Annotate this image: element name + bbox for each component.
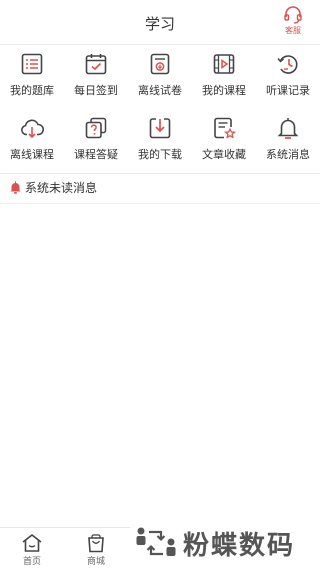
feature-row-1: 我的题库 每日签到 离线试卷 我的课程 听课记录 (0, 45, 320, 109)
feature-offline-courses[interactable]: 离线课程 (0, 109, 64, 173)
tab-home-label: 首页 (22, 557, 41, 567)
feature-label: 离线试卷 (138, 84, 182, 97)
feature-offline-paper[interactable]: 离线试卷 (128, 45, 192, 109)
calendar-check-icon (85, 54, 107, 75)
download-icon (149, 118, 171, 139)
question-icon (85, 117, 107, 139)
shopping-bag-icon (88, 534, 104, 553)
feature-course-qa[interactable]: 课程答疑 (64, 109, 128, 173)
feature-daily-checkin[interactable]: 每日签到 (64, 45, 128, 109)
watermark: 粉蝶数码 (135, 521, 315, 565)
feature-label: 我的题库 (10, 84, 54, 97)
feature-article-favorites[interactable]: 文章收藏 (192, 109, 256, 173)
feature-label: 听课记录 (266, 84, 310, 97)
feature-row-2: 离线课程 课程答疑 我的下载 文章收藏 系统消息 (0, 109, 320, 173)
bottom-tab-bar: 首页 商城 (0, 527, 130, 570)
tab-mall[interactable]: 商城 (64, 528, 128, 570)
home-icon (22, 533, 42, 552)
notice-divider (0, 203, 320, 204)
offline-paper-icon (150, 53, 170, 75)
feature-listening-history[interactable]: 听课记录 (256, 45, 320, 109)
tab-home[interactable]: 首页 (0, 528, 64, 570)
feature-label: 文章收藏 (202, 148, 246, 161)
customer-service-label: 客服 (285, 26, 301, 35)
customer-service-button[interactable]: 客服 (278, 6, 308, 36)
cloud-download-icon (21, 119, 44, 139)
feature-system-messages[interactable]: 系统消息 (256, 109, 320, 173)
headset-icon (284, 6, 302, 24)
transfer-logo-icon (136, 527, 176, 556)
history-icon (277, 55, 298, 74)
watermark-text: 粉蝶数码 (183, 530, 296, 561)
unread-messages-label: 系统未读消息 (25, 180, 98, 195)
unread-messages-row[interactable]: 系统未读消息 (10, 178, 97, 196)
favorite-doc-icon (214, 117, 236, 139)
video-course-icon (213, 54, 235, 74)
section-divider (0, 173, 320, 174)
feature-my-question-bank[interactable]: 我的题库 (0, 45, 64, 109)
list-icon (21, 53, 43, 75)
top-bar: 学习 客服 (0, 0, 320, 45)
feature-label: 每日签到 (74, 84, 118, 97)
bell-icon (10, 180, 21, 194)
feature-label: 我的下载 (138, 148, 182, 161)
feature-label: 系统消息 (266, 148, 310, 161)
feature-my-courses[interactable]: 我的课程 (192, 45, 256, 109)
feature-label: 我的课程 (202, 84, 246, 97)
feature-my-downloads[interactable]: 我的下载 (128, 109, 192, 173)
feature-grid: 我的题库 每日签到 离线试卷 我的课程 听课记录 离线课程 课程答疑 我的下载 … (0, 45, 320, 173)
tab-mall-label: 商城 (86, 557, 105, 567)
bell-icon (277, 118, 299, 139)
feature-label: 离线课程 (10, 148, 54, 161)
page-title: 学习 (144, 15, 175, 33)
feature-label: 课程答疑 (74, 148, 118, 161)
